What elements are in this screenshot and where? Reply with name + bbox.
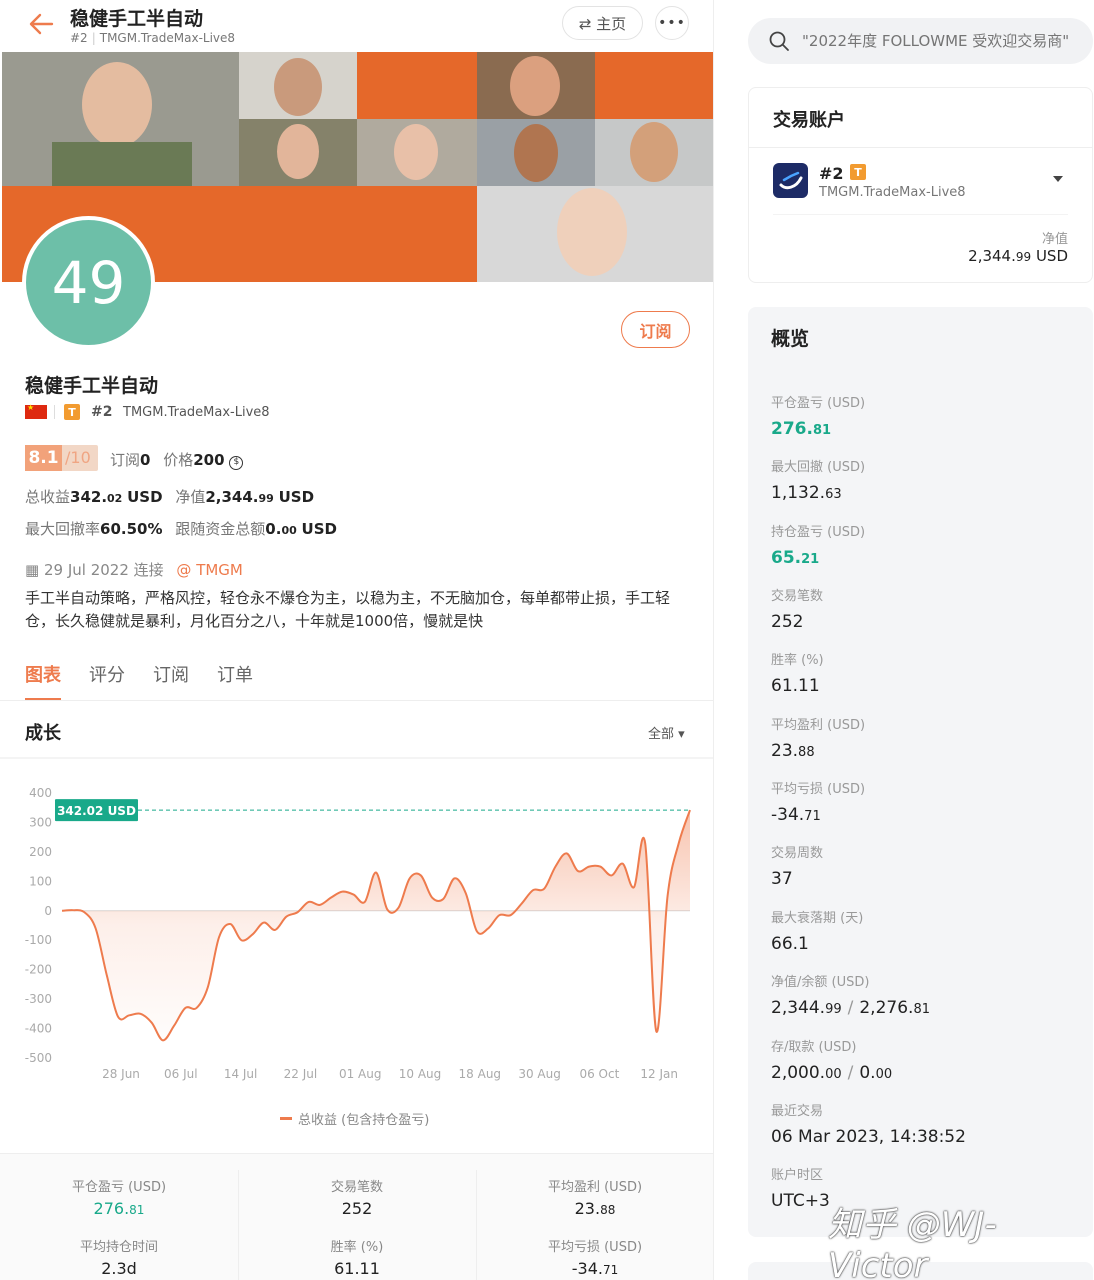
stat-avg-hold-time: 平均持仓时间 2.3d [79,1240,158,1278]
x-tick-label: 28 Jun [102,1067,140,1081]
stat-closed-pnl: 平仓盈亏 (USD) 276.81 [71,1180,167,1218]
x-tick-label: 22 Jul [284,1067,318,1081]
summary-stats: 平仓盈亏 (USD) 276.81 交易笔数 252 平均盈利 (USD) 23… [0,1153,713,1280]
subscribers-stat: 订阅0 价格200 $ [110,449,244,470]
ov-closed-pnl: 平仓盈亏 (USD) 276.81 [771,396,866,439]
ov-equity-balance: 净值/余额 (USD) 2,344.99/2,276.81 [771,975,930,1018]
x-tick-label: 06 Oct [579,1067,619,1081]
calendar-icon: ▦ [25,561,40,579]
y-tick-label: -400 [25,1022,52,1036]
trading-account-title: 交易账户 [773,110,845,131]
connected-date: ▦ 29 Jul 2022 连接 @ TMGM [25,561,243,579]
top-bar: 稳健手工半自动 #2 | TMGM.TradeMax-Live8 ⇄ 主页 ••• [0,0,713,52]
x-tick-label: 10 Aug [399,1067,442,1081]
tab-rating[interactable]: 评分 [89,661,125,701]
server-name: TMGM.TradeMax-Live8 [99,31,236,45]
ov-trade-weeks: 交易周数 37 [771,846,824,889]
net-value-label: 净值 [1041,232,1068,247]
tab-chart[interactable]: 图表 [25,661,61,701]
ov-last-trade: 最近交易 06 Mar 2023, 14:38:52 [771,1104,966,1147]
coin-icon: $ [229,456,244,470]
growth-title: 成长 [25,723,61,744]
y-tick-label: -200 [25,963,52,977]
x-tick-label: 01 Aug [339,1067,382,1081]
stat-avg-loss: 平均亏损 (USD) -34.71 [547,1240,643,1278]
overview-panel: 概览 平仓盈亏 (USD) 276.81 最大回撤 (USD) 1,132.63… [748,307,1093,1237]
x-tick-label: 06 Jul [164,1067,198,1081]
x-tick-label: 12 Jan [640,1067,678,1081]
search-input[interactable] [802,32,1087,50]
ov-avg-loss: 平均亏损 (USD) -34.71 [771,782,866,825]
chart-legend[interactable]: 总收益 (包含持仓盈亏) [280,1109,429,1128]
watermark: 知乎 @WJ-Victor [828,1205,997,1280]
net-value: 2,344.99 USD [968,247,1068,265]
trader-avatar: 49 [22,216,155,349]
range-dropdown[interactable]: 全部 ▾ [648,723,685,742]
x-tick-label: 14 Jul [224,1067,258,1081]
profile-server: TMGM.TradeMax-Live8 [123,405,270,420]
account-number: #2 [70,31,88,45]
profile-account-number: #2 [91,404,113,420]
ov-trade-count: 交易笔数 252 [771,589,824,632]
ov-win-rate: 胜率 (%) 61.11 [771,653,824,696]
series-area [62,810,690,1041]
broker-logo-icon [773,163,808,198]
ov-timezone: 账户时区 UTC+3 [771,1168,830,1211]
current-value-label: 342.02 USD [57,804,136,818]
drawdown-follow-stat: 最大回撤率60.50% 跟随资金总额0.00 USD [25,520,337,538]
y-tick-label: 300 [29,815,52,829]
more-options-button[interactable]: ••• [655,6,689,40]
stat-trade-count: 交易笔数 252 [330,1180,383,1218]
y-tick-label: -500 [25,1051,52,1065]
trader-name: 稳健手工半自动 [25,375,159,397]
y-tick-label: 100 [29,874,52,888]
strategy-description: 手工半自动策略，严格风控，轻仓永不爆仓为主，以稳为主，不无脑加仓，每单都带止损，… [25,589,671,630]
page-title: 稳健手工半自动 [70,8,204,30]
stat-avg-profit: 平均盈利 (USD) 23.88 [547,1180,643,1218]
profile-tabs: 图表 评分 订阅 订单 [25,661,253,701]
y-tick-label: -100 [25,933,52,947]
broker-t-badge: T [64,404,80,420]
broker-link[interactable]: @ TMGM [176,561,242,579]
chevron-down-icon[interactable] [1053,176,1063,182]
legend-swatch [280,1117,292,1120]
home-button[interactable]: ⇄ 主页 [562,6,643,40]
trader-profile-panel: 稳健手工半自动 #2 | TMGM.TradeMax-Live8 ⇄ 主页 ••• … [0,0,714,1280]
search-icon [769,31,789,51]
x-tick-label: 30 Aug [518,1067,561,1081]
tab-subscriptions[interactable]: 订阅 [153,661,189,701]
y-tick-label: -300 [25,992,52,1006]
page-subtitle: #2 | TMGM.TradeMax-Live8 [70,31,236,45]
account-hash: #2 [819,164,844,183]
china-flag-icon [25,403,47,419]
account-server: TMGM.TradeMax-Live8 [819,185,966,200]
back-arrow-icon[interactable] [28,12,54,36]
stat-win-rate: 胜率 (%) 61.11 [330,1240,384,1278]
subscribe-button[interactable]: 订阅 [621,311,690,348]
trading-account-card: 交易账户 #2 T TMGM.TradeMax-Live8 净值 2,344.9… [748,87,1093,283]
y-tick-label: 0 [44,904,52,918]
y-tick-label: 400 [29,786,52,800]
ov-avg-profit: 平均盈利 (USD) 23.88 [771,718,866,761]
score-badge: 8.1 /10 [25,445,98,471]
overview-title: 概览 [771,328,810,350]
ov-max-drawdown: 最大回撤 (USD) 1,132.63 [771,460,866,503]
profit-equity-stat: 总收益342.02 USD 净值2,344.99 USD [25,488,315,506]
growth-chart: 400 300 200 100 0 -100 -200 -300 -400 -500 28 Jun 0… [25,786,691,1081]
account-t-badge: T [850,164,866,180]
x-tick-label: 18 Aug [459,1067,502,1081]
tab-orders[interactable]: 订单 [217,661,253,701]
search-bar[interactable] [748,18,1093,64]
ov-deposit-withdraw: 存/取款 (USD) 2,000.00/0.00 [771,1040,893,1083]
ov-open-pnl: 持仓盈亏 (USD) 65.21 [771,525,866,568]
ov-max-decline-period: 最大衰落期 (天) 66.1 [771,911,864,954]
y-tick-label: 200 [29,845,52,859]
